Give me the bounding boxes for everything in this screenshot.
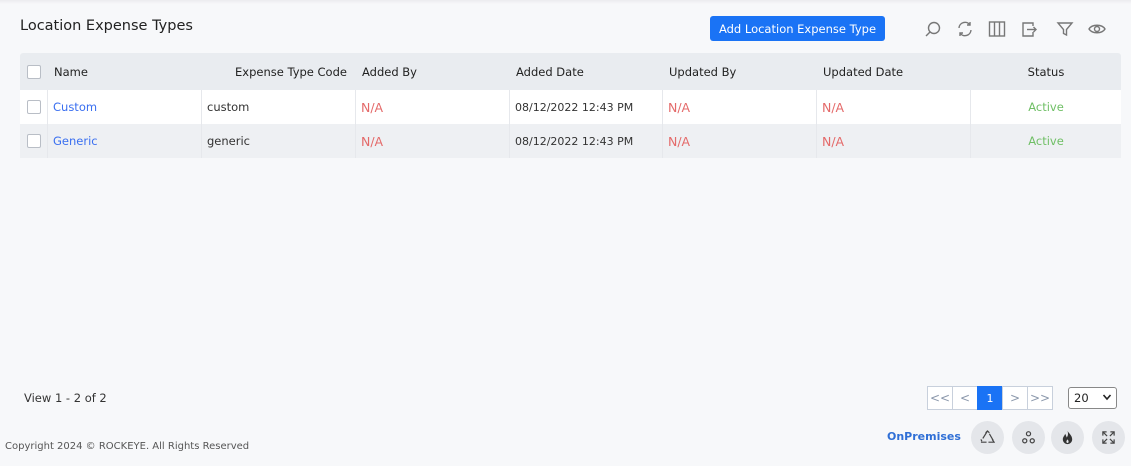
- header-status[interactable]: Status: [971, 53, 1121, 90]
- added-by-cell: N/A: [356, 90, 510, 124]
- first-page-button[interactable]: <<: [927, 386, 953, 410]
- updated-by-value: N/A: [668, 99, 691, 115]
- columns-icon[interactable]: [987, 19, 1007, 39]
- status-badge: Active: [1028, 134, 1064, 148]
- cluster-icon[interactable]: [1012, 421, 1045, 454]
- current-page-button[interactable]: 1: [977, 386, 1003, 410]
- name-link[interactable]: Generic: [53, 134, 98, 148]
- data-grid: Name Expense Type Code Added By Added Da…: [20, 53, 1121, 158]
- name-link[interactable]: Custom: [53, 100, 97, 114]
- row-checkbox[interactable]: [26, 134, 41, 148]
- table-header-row: Name Expense Type Code Added By Added Da…: [20, 53, 1121, 90]
- header-updated-by[interactable]: Updated By: [663, 53, 817, 90]
- name-cell: Generic: [48, 124, 202, 158]
- row-select-cell: [20, 124, 48, 158]
- code-cell: custom: [202, 90, 356, 124]
- search-icon[interactable]: [923, 19, 943, 39]
- page-size-select[interactable]: 20: [1068, 387, 1117, 409]
- status-cell: Active: [971, 90, 1121, 124]
- added-by-value: N/A: [361, 99, 384, 115]
- updated-date-cell: N/A: [817, 124, 971, 158]
- updated-date-value: N/A: [822, 99, 845, 115]
- select-all-cell: [20, 53, 48, 90]
- header-updated-date[interactable]: Updated Date: [817, 53, 971, 90]
- select-all-checkbox[interactable]: [27, 64, 41, 79]
- added-date-cell: 08/12/2022 12:43 PM: [510, 124, 663, 158]
- copyright-text: Copyright 2024 © ROCKEYE. All Rights Res…: [5, 441, 250, 452]
- page-size-value: 20: [1074, 391, 1089, 405]
- status-badge: Active: [1028, 100, 1064, 114]
- filter-icon[interactable]: [1055, 19, 1075, 39]
- row-select-cell: [20, 90, 48, 124]
- updated-date-cell: N/A: [817, 90, 971, 124]
- next-page-button[interactable]: >: [1002, 386, 1028, 410]
- name-cell: Custom: [48, 90, 202, 124]
- add-location-expense-type-button[interactable]: Add Location Expense Type: [710, 16, 885, 41]
- status-cell: Active: [971, 124, 1121, 158]
- pagination: << < 1 > >>: [927, 386, 1053, 410]
- export-icon[interactable]: [1019, 19, 1039, 39]
- header-added-by[interactable]: Added By: [356, 53, 510, 90]
- prev-page-button[interactable]: <: [952, 386, 978, 410]
- table-row[interactable]: Generic generic N/A 08/12/2022 12:43 PM …: [20, 124, 1121, 158]
- last-page-button[interactable]: >>: [1027, 386, 1053, 410]
- added-date-cell: 08/12/2022 12:43 PM: [510, 90, 663, 124]
- header-expense-type-code[interactable]: Expense Type Code: [202, 53, 356, 90]
- table-row[interactable]: Custom custom N/A 08/12/2022 12:43 PM N/…: [20, 90, 1121, 124]
- header-added-date[interactable]: Added Date: [510, 53, 663, 90]
- updated-by-value: N/A: [668, 133, 691, 149]
- page-title: Location Expense Types: [20, 18, 193, 34]
- updated-date-value: N/A: [822, 133, 845, 149]
- view-records-info: View 1 - 2 of 2: [24, 391, 107, 405]
- header-name[interactable]: Name: [48, 53, 202, 90]
- deployment-mode-link[interactable]: OnPremises: [887, 430, 961, 443]
- updated-by-cell: N/A: [663, 90, 817, 124]
- chevron-down-icon: [1102, 391, 1112, 405]
- top-shadow: [0, 0, 1131, 4]
- recycle-icon[interactable]: [971, 421, 1004, 454]
- updated-by-cell: N/A: [663, 124, 817, 158]
- row-checkbox[interactable]: [26, 100, 41, 114]
- refresh-icon[interactable]: [955, 19, 975, 39]
- added-by-value: N/A: [361, 133, 384, 149]
- eye-icon[interactable]: [1087, 19, 1107, 39]
- added-by-cell: N/A: [356, 124, 510, 158]
- fire-icon[interactable]: [1051, 421, 1084, 454]
- code-cell: generic: [202, 124, 356, 158]
- expand-icon[interactable]: [1092, 421, 1125, 454]
